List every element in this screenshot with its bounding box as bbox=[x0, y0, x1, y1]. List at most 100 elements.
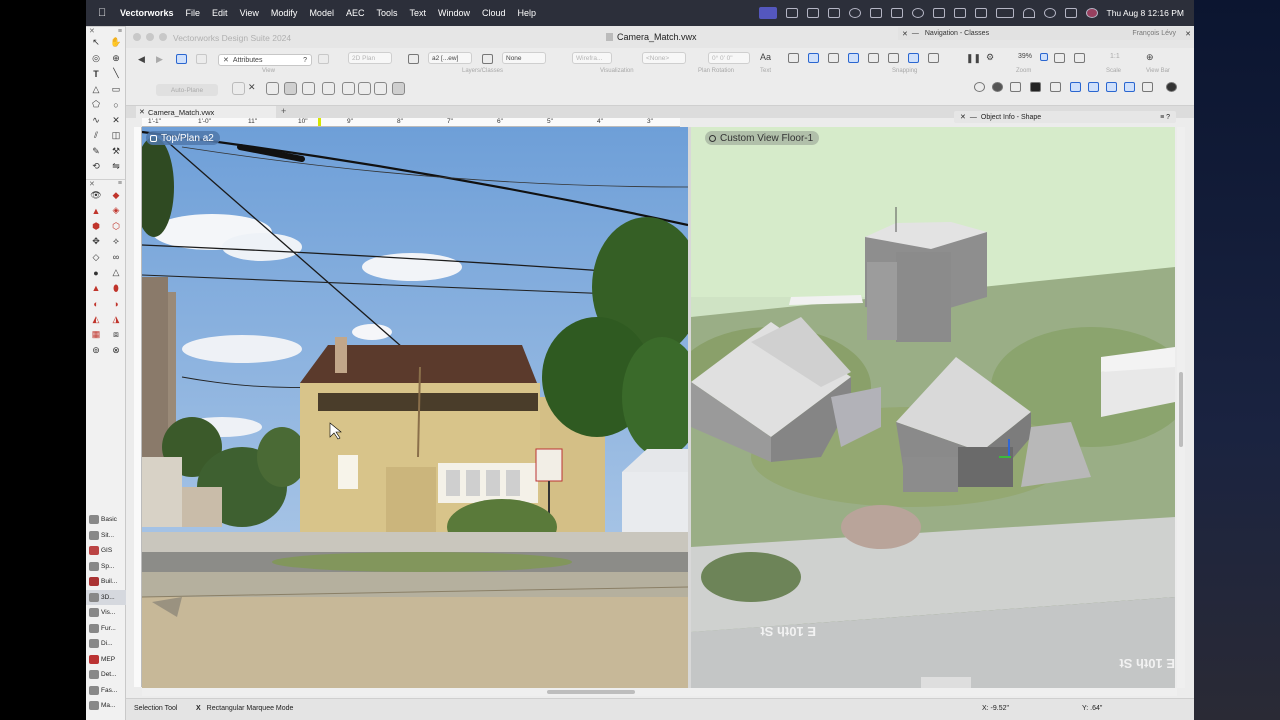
toolset-visualization[interactable]: Vis... bbox=[86, 605, 126, 621]
polygon-tool-icon[interactable]: △ bbox=[86, 82, 106, 98]
snap-grid-icon[interactable] bbox=[788, 53, 799, 63]
layout-2-icon[interactable] bbox=[1088, 82, 1099, 92]
saved-view-icon[interactable] bbox=[196, 54, 207, 64]
viewport-left-photo[interactable]: Top/Plan a2 bbox=[142, 127, 688, 688]
subdivision-icon[interactable]: ◭ bbox=[86, 312, 106, 328]
snap-intersect-icon[interactable] bbox=[848, 53, 859, 63]
help-icon[interactable]: ? bbox=[303, 57, 307, 64]
menu-text[interactable]: Text bbox=[409, 8, 426, 18]
snap-angle-icon[interactable] bbox=[828, 53, 839, 63]
chamfer-icon[interactable]: ◑ bbox=[106, 296, 126, 312]
pause-icon[interactable]: ❚❚ bbox=[966, 53, 981, 64]
view-bar-options-icon[interactable]: ⊕ bbox=[1146, 52, 1154, 63]
flyover-3d-icon[interactable]: 👁 bbox=[86, 188, 106, 204]
viewport-label-right[interactable]: Custom View Floor-1 bbox=[705, 131, 820, 145]
freehand-tool-icon[interactable]: ∿ bbox=[86, 113, 106, 129]
grid-mode-icon[interactable] bbox=[392, 82, 405, 95]
walkthrough-icon[interactable]: ◆ bbox=[106, 188, 126, 204]
menu-help[interactable]: Help bbox=[518, 8, 537, 18]
auto-plane-button[interactable]: Auto-Plane bbox=[156, 84, 218, 96]
vertical-scrollbar[interactable] bbox=[1177, 127, 1185, 688]
comment-mode-icon[interactable] bbox=[358, 82, 371, 95]
menu-window[interactable]: Window bbox=[438, 8, 470, 18]
toolset-3d[interactable]: 3D... bbox=[86, 589, 126, 605]
viewport-label-left[interactable]: Top/Plan a2 bbox=[146, 131, 220, 145]
network-icon[interactable] bbox=[953, 8, 966, 18]
pen-mode-icon[interactable] bbox=[374, 82, 387, 95]
toolset-basic[interactable]: Basic bbox=[86, 512, 126, 528]
cloud-icon[interactable] bbox=[785, 8, 798, 18]
text-style-button[interactable]: Aa bbox=[760, 52, 771, 62]
lighting-icon[interactable] bbox=[974, 82, 985, 92]
rectangular-marquee-icon[interactable] bbox=[284, 82, 297, 95]
moon-icon[interactable] bbox=[848, 8, 861, 18]
minimize-window-button[interactable] bbox=[146, 33, 154, 41]
snap-tangent-icon[interactable] bbox=[888, 53, 899, 63]
search-icon[interactable] bbox=[1043, 8, 1056, 18]
fit-to-page-icon[interactable] bbox=[1074, 53, 1085, 63]
menu-file[interactable]: File bbox=[186, 8, 201, 18]
shell-icon[interactable]: ⬡ bbox=[106, 219, 126, 235]
close-icon[interactable]: ✕ bbox=[960, 113, 966, 121]
arc-tool-icon[interactable]: ✕ bbox=[106, 113, 126, 129]
collapse-icon[interactable]: — bbox=[970, 114, 977, 121]
active-class-dropdown[interactable]: None bbox=[502, 52, 546, 64]
menu-view[interactable]: View bbox=[240, 8, 259, 18]
toolset-mep[interactable]: MEP bbox=[86, 652, 126, 668]
fit-to-objects-icon[interactable] bbox=[1054, 53, 1065, 63]
snap-surface-icon[interactable] bbox=[928, 53, 939, 63]
new-tab-button[interactable]: + bbox=[281, 106, 286, 116]
apple-icon[interactable]:  bbox=[98, 7, 110, 19]
lasso-mode-icon[interactable] bbox=[302, 82, 315, 95]
forward-arrow-icon[interactable]: ▶ bbox=[156, 54, 167, 64]
snap-working-plane-icon[interactable] bbox=[908, 53, 919, 63]
camera-match-icon[interactable]: ⊚ bbox=[86, 343, 106, 359]
shield-icon[interactable] bbox=[827, 8, 840, 18]
layout-1-icon[interactable] bbox=[1070, 82, 1081, 92]
active-layer-dropdown[interactable]: a2 [...ew] bbox=[428, 52, 472, 64]
menu-modify[interactable]: Modify bbox=[271, 8, 298, 18]
menu-cloud[interactable]: Cloud bbox=[482, 8, 506, 18]
layout-options-icon[interactable] bbox=[1142, 82, 1153, 92]
palette-menu-icon[interactable]: ≡ bbox=[118, 28, 122, 35]
crop-icon[interactable]: ⊗ bbox=[106, 343, 126, 359]
extrude-icon[interactable]: ◈ bbox=[106, 203, 126, 219]
taper-icon[interactable]: ◇ bbox=[86, 250, 106, 266]
loft-icon[interactable]: ∞ bbox=[106, 250, 126, 266]
toolset-dims[interactable]: Di... bbox=[86, 636, 126, 652]
clip-cube-icon[interactable]: ⧈ bbox=[106, 327, 126, 343]
toolset-detailing[interactable]: Det... bbox=[86, 667, 126, 683]
keyboard-icon[interactable] bbox=[932, 8, 945, 18]
pyramid-icon[interactable]: ▲ bbox=[86, 281, 106, 297]
display-icon[interactable] bbox=[890, 8, 903, 18]
control-center-icon[interactable] bbox=[1064, 8, 1077, 18]
gear-icon[interactable]: ⚙ bbox=[986, 52, 994, 63]
view-plan-dropdown[interactable]: 2D Plan bbox=[348, 52, 392, 64]
menubar-clock[interactable]: Thu Aug 8 12:16 PM bbox=[1107, 8, 1185, 18]
menu-edit[interactable]: Edit bbox=[212, 8, 228, 18]
shape-icon[interactable] bbox=[1010, 82, 1021, 92]
user-name[interactable]: François Lévy bbox=[1132, 30, 1176, 37]
layout-3-icon[interactable] bbox=[1106, 82, 1117, 92]
selection-tool-icon[interactable]: ↖ bbox=[86, 35, 106, 51]
toolset-machine[interactable]: Ma... bbox=[86, 698, 126, 714]
palette-menu-icon[interactable]: ≡ bbox=[118, 180, 122, 187]
cylinder-icon[interactable]: ⬮ bbox=[106, 281, 126, 297]
layer-options-icon[interactable] bbox=[408, 54, 419, 64]
wifi-icon[interactable] bbox=[1022, 8, 1035, 18]
polyline-tool-icon[interactable]: ⬠ bbox=[86, 97, 106, 113]
sphere-icon[interactable]: ● bbox=[86, 265, 106, 281]
plan-rotation-field[interactable]: 0° 0' 0" bbox=[708, 52, 750, 64]
close-icon[interactable]: ✕ bbox=[139, 108, 145, 116]
close-icon[interactable]: ✕ bbox=[248, 82, 261, 95]
render-options-icon[interactable] bbox=[1166, 82, 1177, 92]
camera-icon[interactable] bbox=[1030, 82, 1041, 92]
resize-mode-icon[interactable] bbox=[266, 82, 279, 95]
collapse-icon[interactable]: — bbox=[912, 30, 919, 37]
zoom-level[interactable]: 39% bbox=[1018, 53, 1032, 60]
move-3d-icon[interactable]: ✥ bbox=[86, 234, 106, 250]
toolset-gis[interactable]: GIS bbox=[86, 543, 126, 559]
circle-tool-icon[interactable]: ○ bbox=[106, 97, 126, 113]
projection-dropdown[interactable]: <None> bbox=[642, 52, 686, 64]
app-status-icon[interactable] bbox=[806, 8, 819, 18]
